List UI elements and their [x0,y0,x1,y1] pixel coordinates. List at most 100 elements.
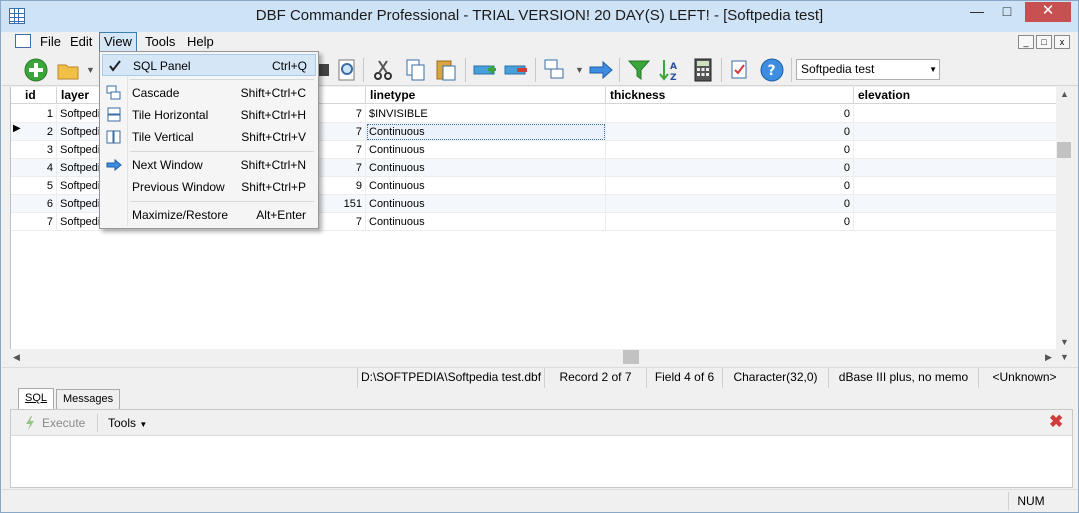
sql-panel: SQL Messages Execute Tools ▼ ✖ [10,388,1073,488]
cell-linetype[interactable]: Continuous [366,213,606,231]
paste-icon[interactable] [432,56,460,84]
mdi-minimize-button[interactable]: _ [1018,35,1034,49]
minimize-button[interactable]: — [962,2,992,22]
new-record-icon[interactable] [22,56,50,84]
title-bar: DBF Commander Professional - TRIAL VERSI… [1,1,1078,32]
windows-dropdown-icon[interactable]: ▼ [575,65,584,75]
print-preview-icon[interactable] [333,56,361,84]
horizontal-scroll-thumb[interactable] [623,350,639,364]
menu-separator [130,79,314,80]
menu-item-label: Previous Window [132,180,225,194]
execute-button[interactable]: Execute [42,416,85,430]
close-button[interactable]: ✕ [1025,2,1071,22]
menu-help[interactable]: Help [183,32,218,52]
mdi-restore-button[interactable]: □ [1036,35,1052,49]
open-dropdown-icon[interactable]: ▼ [86,65,95,75]
scroll-right-icon[interactable]: ▶ [1045,352,1052,363]
cell-thickness[interactable]: 0 [606,177,854,195]
current-row-indicator-icon: ▶ [13,123,21,134]
cell-id[interactable]: 2 [21,123,57,141]
cell-id[interactable]: 5 [21,177,57,195]
menu-edit[interactable]: Edit [66,32,96,52]
cell-thickness[interactable]: 0 [606,123,854,141]
cell-id[interactable]: 7 [21,213,57,231]
insert-row-icon[interactable] [471,56,499,84]
cell-linetype[interactable]: Continuous [366,195,606,213]
cell-id[interactable]: 6 [21,195,57,213]
cell-thickness[interactable]: 0 [606,141,854,159]
menu-file[interactable]: File [36,32,65,52]
cell-elevation[interactable] [854,123,1057,141]
column-header-id[interactable]: id [21,87,57,104]
windows-icon[interactable] [541,56,569,84]
cell-thickness[interactable]: 0 [606,105,854,123]
cell-linetype[interactable]: Continuous [366,177,606,195]
horizontal-scrollbar[interactable]: ◀ ▶ ▼ [10,349,1073,366]
scroll-down-icon[interactable]: ▼ [1060,337,1069,347]
help-icon[interactable]: ? [758,56,786,84]
arrow-right-icon[interactable] [587,56,615,84]
cell-linetype[interactable]: Continuous [366,159,606,177]
close-sql-panel-icon[interactable]: ✖ [1049,412,1063,432]
menu-item-label: Tile Vertical [132,130,194,144]
cell-linetype[interactable]: Continuous [366,123,606,141]
vertical-scroll-thumb[interactable] [1057,142,1071,158]
cell-elevation[interactable] [854,105,1057,123]
cell-id[interactable]: 4 [21,159,57,177]
toolbar-separator [363,58,364,82]
menu-item-shortcut: Alt+Enter [256,208,306,222]
sort-az-icon[interactable]: A Z [657,56,685,84]
vertical-scrollbar[interactable]: ▲ ▼ [1056,87,1073,349]
cut-icon[interactable] [369,56,397,84]
cell-elevation[interactable] [854,159,1057,177]
menu-item-maximize-restore[interactable]: Maximize/Restore Alt+Enter [102,204,316,226]
sql-editor[interactable]: Execute Tools ▼ ✖ [10,409,1073,488]
column-header-elevation[interactable]: elevation [854,87,1057,104]
cell-linetype[interactable]: Continuous [366,141,606,159]
cell-elevation[interactable] [854,213,1057,231]
tab-messages[interactable]: Messages [56,389,121,409]
menu-item-shortcut: Ctrl+Q [271,59,307,73]
scroll-up-icon[interactable]: ▲ [1060,89,1069,99]
maximize-button[interactable]: □ [992,2,1022,22]
menu-item-label: SQL Panel [133,59,191,73]
child-window-icon[interactable] [15,34,31,48]
cell-elevation[interactable] [854,177,1057,195]
mdi-close-button[interactable]: x [1054,35,1070,49]
column-header-thickness[interactable]: thickness [606,87,854,104]
cascade-icon [106,85,121,100]
filter-icon[interactable] [625,56,653,84]
menu-item-tile-horizontal[interactable]: Tile Horizontal Shift+Ctrl+H [102,104,316,126]
scroll-left-icon[interactable]: ◀ [13,352,20,363]
cell-id[interactable]: 1 [21,105,57,123]
cell-elevation[interactable] [854,195,1057,213]
copy-icon[interactable] [402,56,430,84]
cell-thickness[interactable]: 0 [606,213,854,231]
cell-elevation[interactable] [854,141,1057,159]
cell-linetype[interactable]: $INVISIBLE [366,105,606,123]
menu-item-next-window[interactable]: Next Window Shift+Ctrl+N [102,154,316,176]
column-header-linetype[interactable]: linetype [366,87,606,104]
menu-view[interactable]: View [99,32,137,52]
toolbar-separator [619,58,620,82]
lightning-icon [26,416,34,430]
menu-tools[interactable]: Tools [141,32,179,52]
cell-thickness[interactable]: 0 [606,159,854,177]
table-selector-combo[interactable]: Softpedia test ▼ [796,59,940,80]
menu-item-sql-panel[interactable]: SQL Panel Ctrl+Q [102,54,316,76]
status-format: dBase III plus, no memo [828,368,978,388]
cell-thickness[interactable]: 0 [606,195,854,213]
menu-item-cascade[interactable]: Cascade Shift+Ctrl+C [102,82,316,104]
menu-item-tile-vertical[interactable]: Tile Vertical Shift+Ctrl+V [102,126,316,148]
calculator-icon[interactable] [689,56,717,84]
open-folder-icon[interactable] [54,56,82,84]
menu-item-shortcut: Shift+Ctrl+N [240,158,306,172]
cell-id[interactable]: 3 [21,141,57,159]
menu-separator [130,151,314,152]
tab-sql[interactable]: SQL [18,388,55,409]
sql-tools-button[interactable]: Tools ▼ [108,416,147,430]
scroll-down-icon[interactable]: ▼ [1060,352,1069,362]
delete-row-icon[interactable] [502,56,530,84]
menu-item-previous-window[interactable]: Previous Window Shift+Ctrl+P [102,176,316,198]
checklist-icon[interactable] [727,56,755,84]
